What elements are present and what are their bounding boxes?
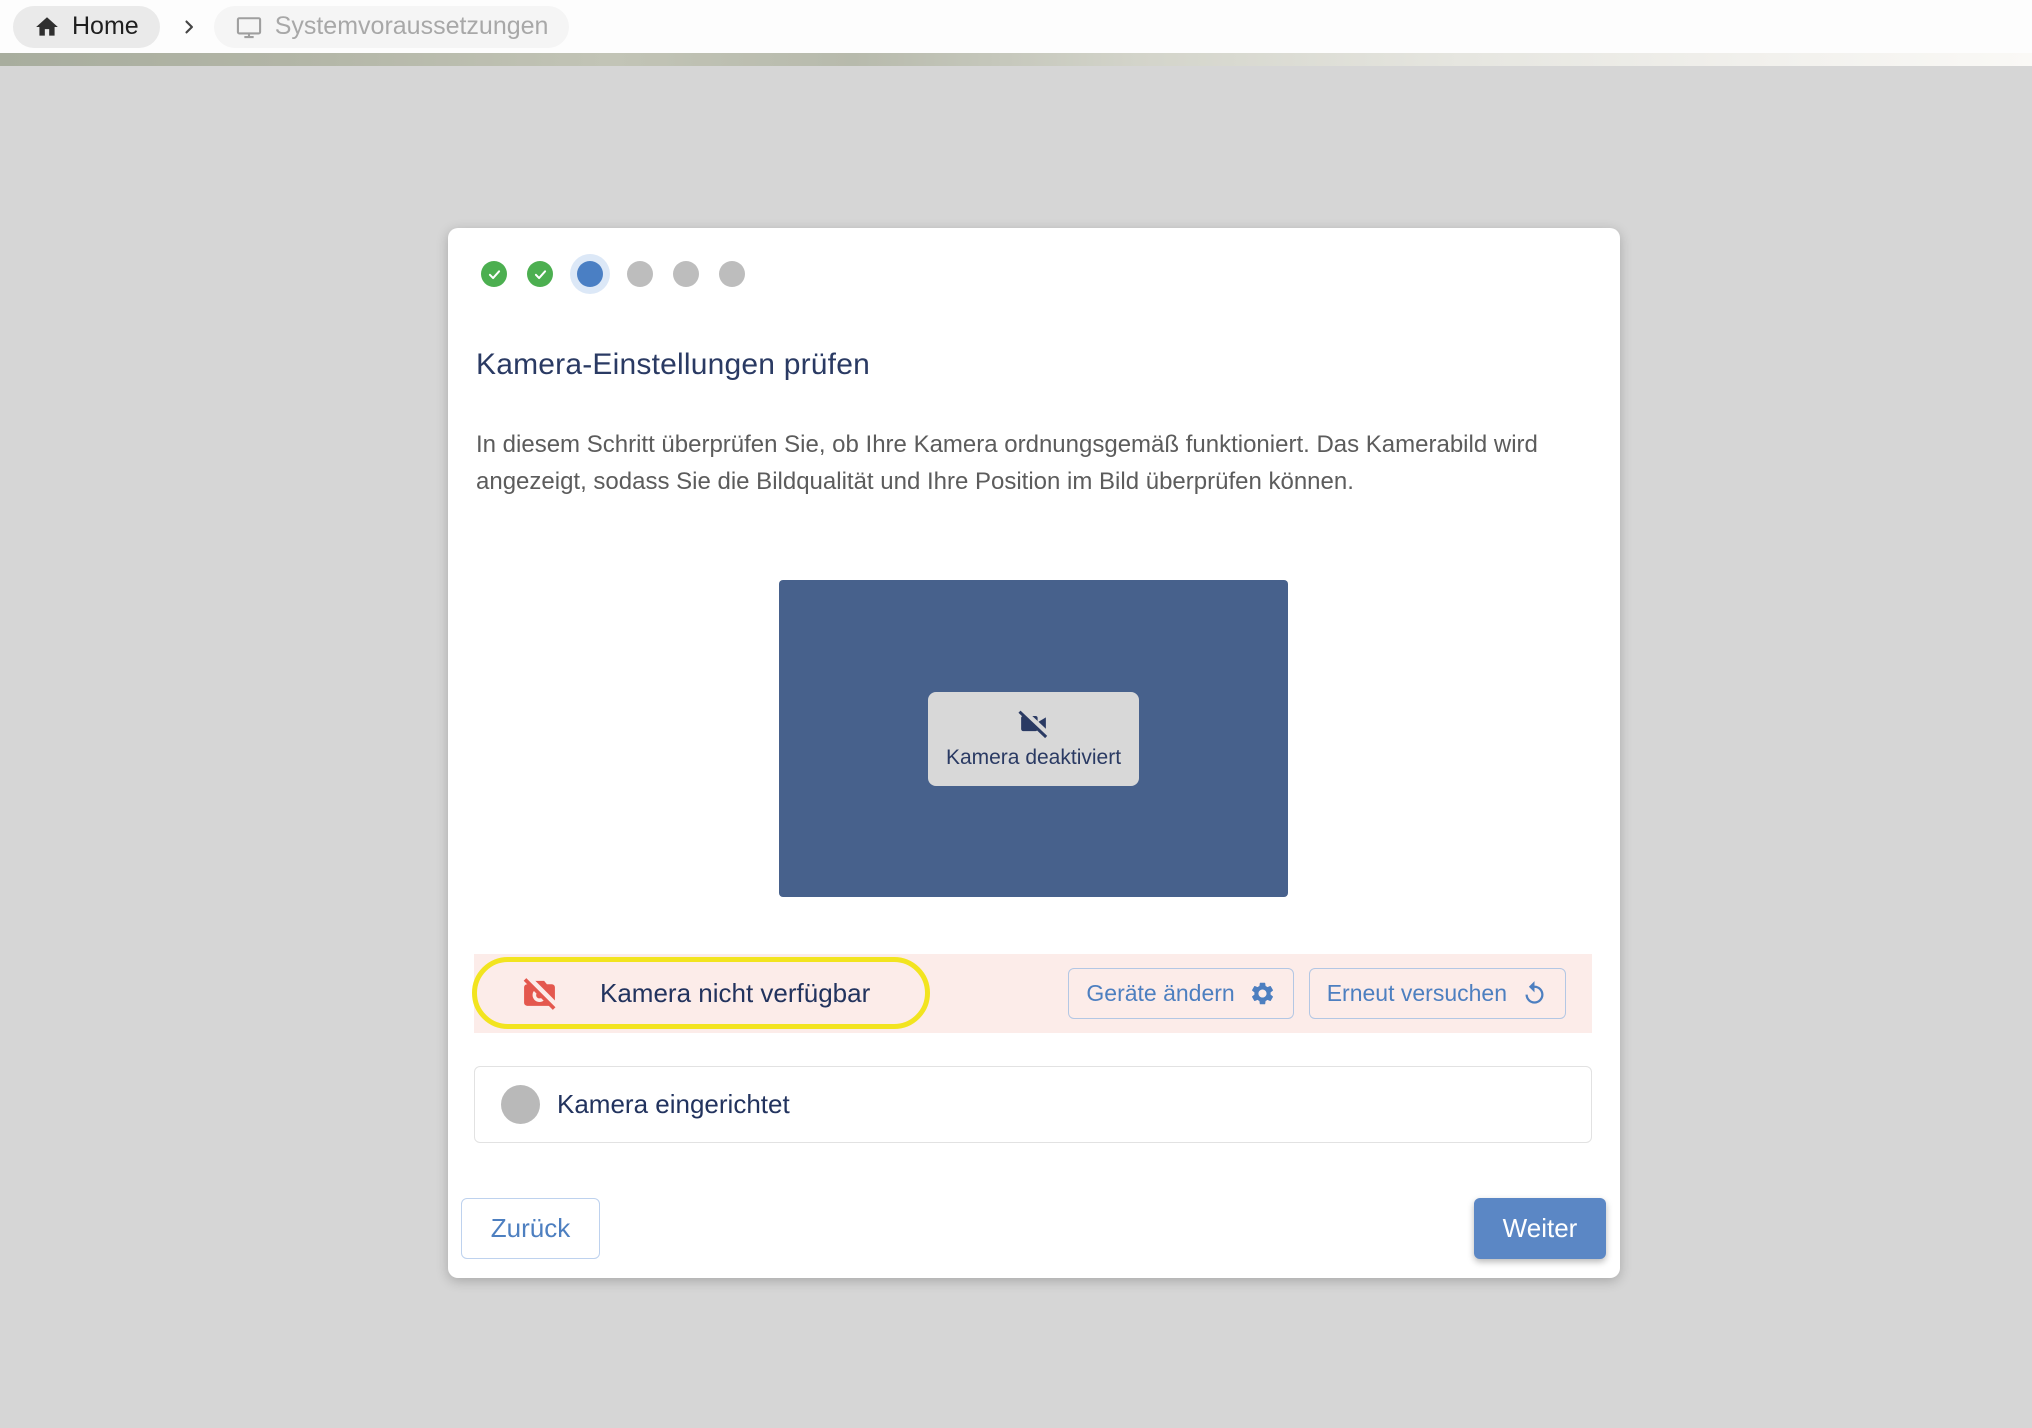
alert-message: Kamera nicht verfügbar xyxy=(600,978,870,1009)
step-dot-active xyxy=(577,261,603,287)
next-button[interactable]: Weiter xyxy=(1474,1198,1606,1259)
page-title: Kamera-Einstellungen prüfen xyxy=(476,348,870,382)
alert-actions: Geräte ändern Erneut versuchen xyxy=(1068,968,1566,1019)
camera-disabled-label: Kamera deaktiviert xyxy=(946,746,1121,770)
breadcrumb-current: Systemvoraussetzungen xyxy=(214,6,570,48)
background-edge-strip xyxy=(0,53,2032,66)
gear-icon xyxy=(1249,980,1276,1007)
step-dot-todo xyxy=(719,261,745,287)
wizard-card: Kamera-Einstellungen prüfen In diesem Sc… xyxy=(448,228,1620,1278)
camera-disabled-badge: Kamera deaktiviert xyxy=(928,692,1139,786)
back-button[interactable]: Zurück xyxy=(461,1198,600,1259)
breadcrumb-home-label: Home xyxy=(72,12,139,41)
chevron-right-icon xyxy=(179,17,199,37)
step-description: In diesem Schritt überprüfen Sie, ob Ihr… xyxy=(476,426,1600,500)
alert-highlight-ring: Kamera nicht verfügbar xyxy=(472,957,930,1029)
change-devices-button[interactable]: Geräte ändern xyxy=(1068,968,1293,1019)
breadcrumb-home[interactable]: Home xyxy=(13,6,160,48)
monitor-icon xyxy=(235,13,263,41)
retry-icon xyxy=(1521,980,1548,1007)
step-dot-todo xyxy=(627,261,653,287)
videocam-off-icon xyxy=(1017,707,1050,740)
camera-setup-status-row: Kamera eingerichtet xyxy=(474,1066,1592,1143)
step-dot-todo xyxy=(673,261,699,287)
home-icon xyxy=(34,14,60,40)
status-circle-icon xyxy=(501,1085,540,1124)
step-dot-done xyxy=(481,261,507,287)
setup-status-label: Kamera eingerichtet xyxy=(557,1089,790,1120)
breadcrumb-current-label: Systemvoraussetzungen xyxy=(275,12,549,41)
camera-off-icon xyxy=(521,975,558,1012)
change-devices-label: Geräte ändern xyxy=(1086,980,1234,1007)
step-dot-done xyxy=(527,261,553,287)
retry-button[interactable]: Erneut versuchen xyxy=(1309,968,1566,1019)
retry-label: Erneut versuchen xyxy=(1327,980,1507,1007)
camera-preview: Kamera deaktiviert xyxy=(779,580,1288,897)
camera-alert: Kamera nicht verfügbar Geräte ändern Ern… xyxy=(474,954,1592,1033)
breadcrumb: Home Systemvoraussetzungen xyxy=(0,0,2032,53)
stepper xyxy=(481,253,745,295)
